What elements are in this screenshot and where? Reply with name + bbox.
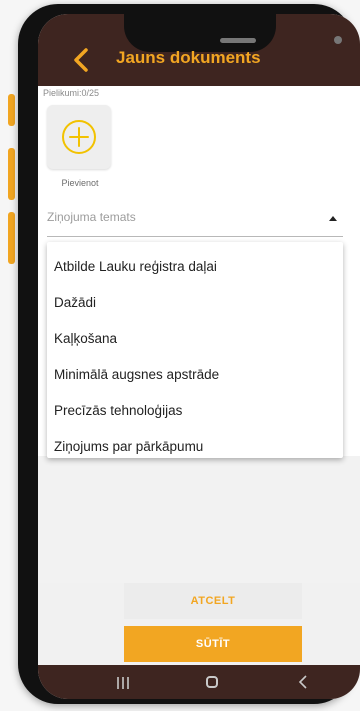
attachments-count-label: Pielikumi:0/25 — [43, 88, 100, 98]
dropdown-option[interactable]: Atbilde Lauku reģistra daļai — [54, 252, 217, 282]
topic-dropdown-menu: Atbilde Lauku reģistra daļai Dažādi Kaļķ… — [47, 242, 343, 458]
dropdown-option[interactable]: Kaļķošana — [54, 324, 117, 354]
volume-down-button — [8, 212, 15, 264]
dropdown-option[interactable]: Minimālā augsnes apstrāde — [54, 360, 219, 390]
phone-screen: Jauns dokuments Pielikumi:0/25 Pievienot… — [38, 14, 360, 699]
volume-up-button — [8, 148, 15, 200]
chevron-left-icon — [74, 48, 88, 72]
system-nav-bar — [38, 665, 360, 699]
camera-icon — [334, 36, 342, 44]
app-bar: Jauns dokuments — [38, 14, 360, 86]
recents-icon[interactable] — [116, 677, 130, 689]
add-attachment-label: Pievienot — [61, 178, 99, 188]
cancel-button[interactable]: ATCELT — [124, 583, 302, 619]
send-button[interactable]: SŪTĪT — [124, 626, 302, 662]
side-button-top — [8, 94, 15, 126]
topic-underline — [47, 236, 343, 237]
back-button[interactable] — [68, 46, 96, 74]
speaker-icon — [220, 38, 256, 43]
home-icon[interactable] — [206, 676, 218, 688]
dropdown-arrow-icon[interactable] — [329, 216, 337, 221]
camera-notch — [124, 14, 342, 52]
page-title: Jauns dokuments — [116, 48, 261, 67]
dropdown-option[interactable]: Dažādi — [54, 288, 96, 318]
dropdown-option[interactable]: Precīzās tehnoloģijas — [54, 396, 182, 426]
phone-frame: Jauns dokuments Pielikumi:0/25 Pievienot… — [18, 4, 360, 704]
plus-circle-icon — [62, 120, 96, 154]
add-attachment-button[interactable] — [47, 105, 111, 169]
nav-back-icon[interactable] — [298, 675, 308, 689]
form-lower-area — [38, 456, 360, 583]
topic-select[interactable]: Ziņojuma temats — [47, 210, 136, 224]
dropdown-option[interactable]: Ziņojums par pārkāpumu — [54, 432, 203, 462]
